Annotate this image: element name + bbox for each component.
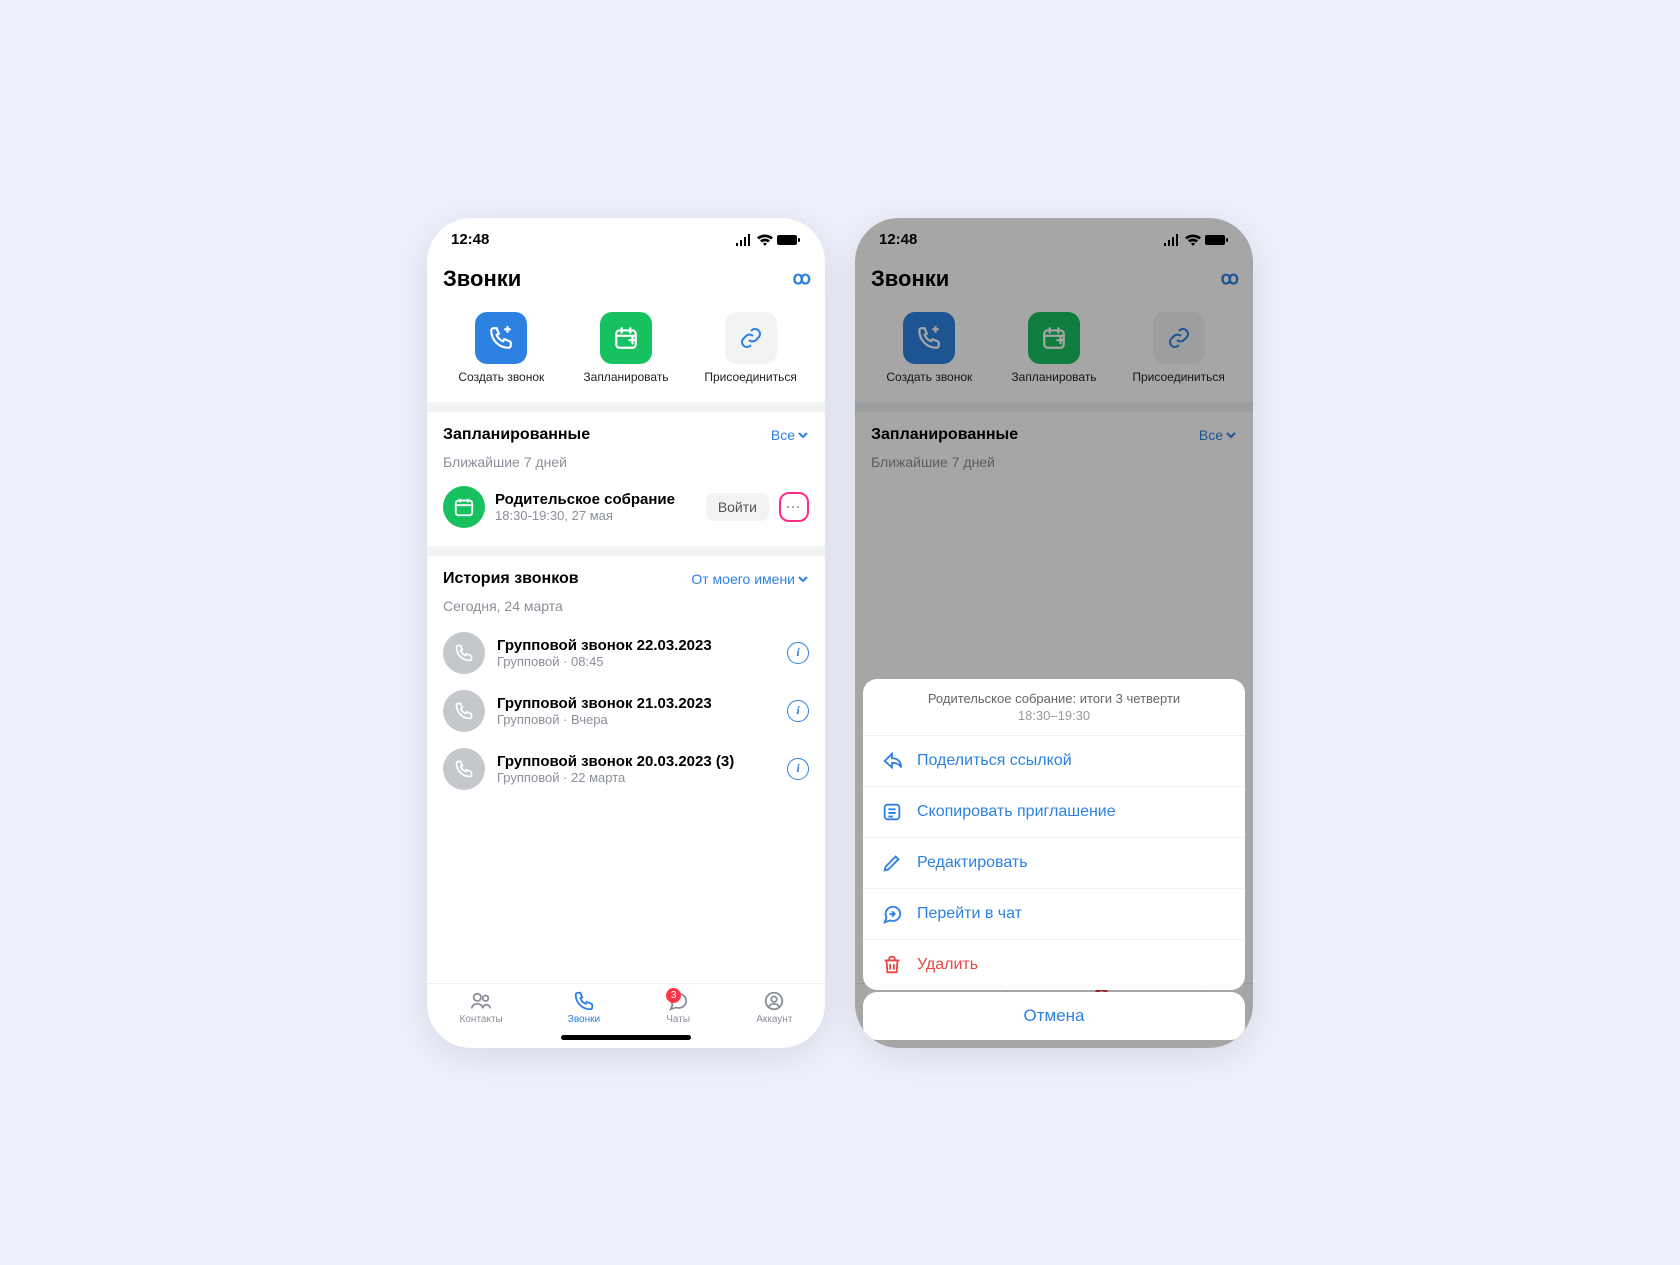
sheet-cancel[interactable]: Отмена xyxy=(863,992,1245,1040)
chat-arrow-icon xyxy=(881,903,903,925)
info-icon[interactable]: i xyxy=(787,642,809,664)
scheduled-title: Запланированные xyxy=(443,426,590,444)
sheet-edit[interactable]: Редактировать xyxy=(863,838,1245,889)
info-icon[interactable]: i xyxy=(787,700,809,722)
event-join-button[interactable]: Войти xyxy=(706,493,769,521)
phone-icon xyxy=(443,748,485,790)
phone-icon xyxy=(443,632,485,674)
sheet-chat[interactable]: Перейти в чат xyxy=(863,889,1245,940)
history-filter[interactable]: От моего имени xyxy=(691,571,809,587)
calendar-icon xyxy=(443,486,485,528)
home-indicator[interactable] xyxy=(561,1035,691,1040)
signal-icon xyxy=(735,234,753,246)
history-item[interactable]: Групповой звонок 21.03.2023Групповой · В… xyxy=(443,682,809,740)
sheet-delete[interactable]: Удалить xyxy=(863,940,1245,990)
copy-icon xyxy=(881,801,903,823)
tab-calls[interactable]: Звонки xyxy=(568,990,600,1025)
tab-contacts[interactable]: Контакты xyxy=(460,990,503,1025)
scheduled-section: Запланированные Все Ближайшие 7 дней Род… xyxy=(427,412,825,556)
sheet-time: 18:30–19:30 xyxy=(879,708,1229,723)
event-title: Родительское собрание xyxy=(495,491,696,508)
phone-icon xyxy=(443,690,485,732)
history-item[interactable]: Групповой звонок 22.03.2023Групповой · 0… xyxy=(443,624,809,682)
event-subtitle: 18:30-19:30, 27 мая xyxy=(495,508,696,523)
phone-plus-icon xyxy=(475,312,527,364)
scheduled-range: Ближайшие 7 дней xyxy=(443,454,809,470)
scheduled-event[interactable]: Родительское собрание 18:30-19:30, 27 ма… xyxy=(427,480,825,556)
event-more-button[interactable]: ··· xyxy=(779,492,809,522)
tab-chats[interactable]: 3Чаты xyxy=(665,990,691,1025)
sheet-title: Родительское собрание: итоги 3 четверти xyxy=(879,691,1229,706)
chevron-down-icon xyxy=(797,429,809,441)
scheduled-filter[interactable]: Все xyxy=(771,427,809,443)
tab-bar: Контакты Звонки 3Чаты Аккаунт xyxy=(427,983,825,1029)
phone-right: 12:48 Звонкиꝏ Создать звонок Запланирова… xyxy=(855,218,1253,1048)
tab-account[interactable]: Аккаунт xyxy=(756,990,792,1025)
link-icon xyxy=(725,312,777,364)
phone-left: 12:48 Звонки ꝏ Создать звонок За xyxy=(427,218,825,1048)
voicemail-icon[interactable]: ꝏ xyxy=(793,268,809,289)
history-section: История звонков От моего имени Сегодня, … xyxy=(427,556,825,798)
history-item[interactable]: Групповой звонок 20.03.2023 (3)Групповой… xyxy=(443,740,809,798)
quick-actions: Создать звонок Запланировать Присоединит… xyxy=(427,304,825,412)
trash-icon xyxy=(881,954,903,976)
history-date: Сегодня, 24 марта xyxy=(443,598,809,614)
battery-icon xyxy=(777,234,801,246)
schedule-button[interactable]: Запланировать xyxy=(566,312,686,384)
page-header: Звонки ꝏ xyxy=(427,262,825,304)
info-icon[interactable]: i xyxy=(787,758,809,780)
status-time: 12:48 xyxy=(451,231,489,248)
page-title: Звонки xyxy=(443,266,521,292)
chats-badge: 3 xyxy=(666,988,681,1003)
share-icon xyxy=(881,750,903,772)
create-call-button[interactable]: Создать звонок xyxy=(441,312,561,384)
chevron-down-icon xyxy=(797,573,809,585)
wifi-icon xyxy=(757,234,773,246)
action-sheet: Родительское собрание: итоги 3 четверти … xyxy=(863,679,1245,990)
history-title: История звонков xyxy=(443,570,579,588)
sheet-header: Родительское собрание: итоги 3 четверти … xyxy=(863,679,1245,736)
status-bar: 12:48 xyxy=(427,218,825,262)
pencil-icon xyxy=(881,852,903,874)
status-icons xyxy=(735,234,801,246)
calendar-plus-icon xyxy=(600,312,652,364)
sheet-share[interactable]: Поделиться ссылкой xyxy=(863,736,1245,787)
join-button[interactable]: Присоединиться xyxy=(691,312,811,384)
sheet-copy[interactable]: Скопировать приглашение xyxy=(863,787,1245,838)
